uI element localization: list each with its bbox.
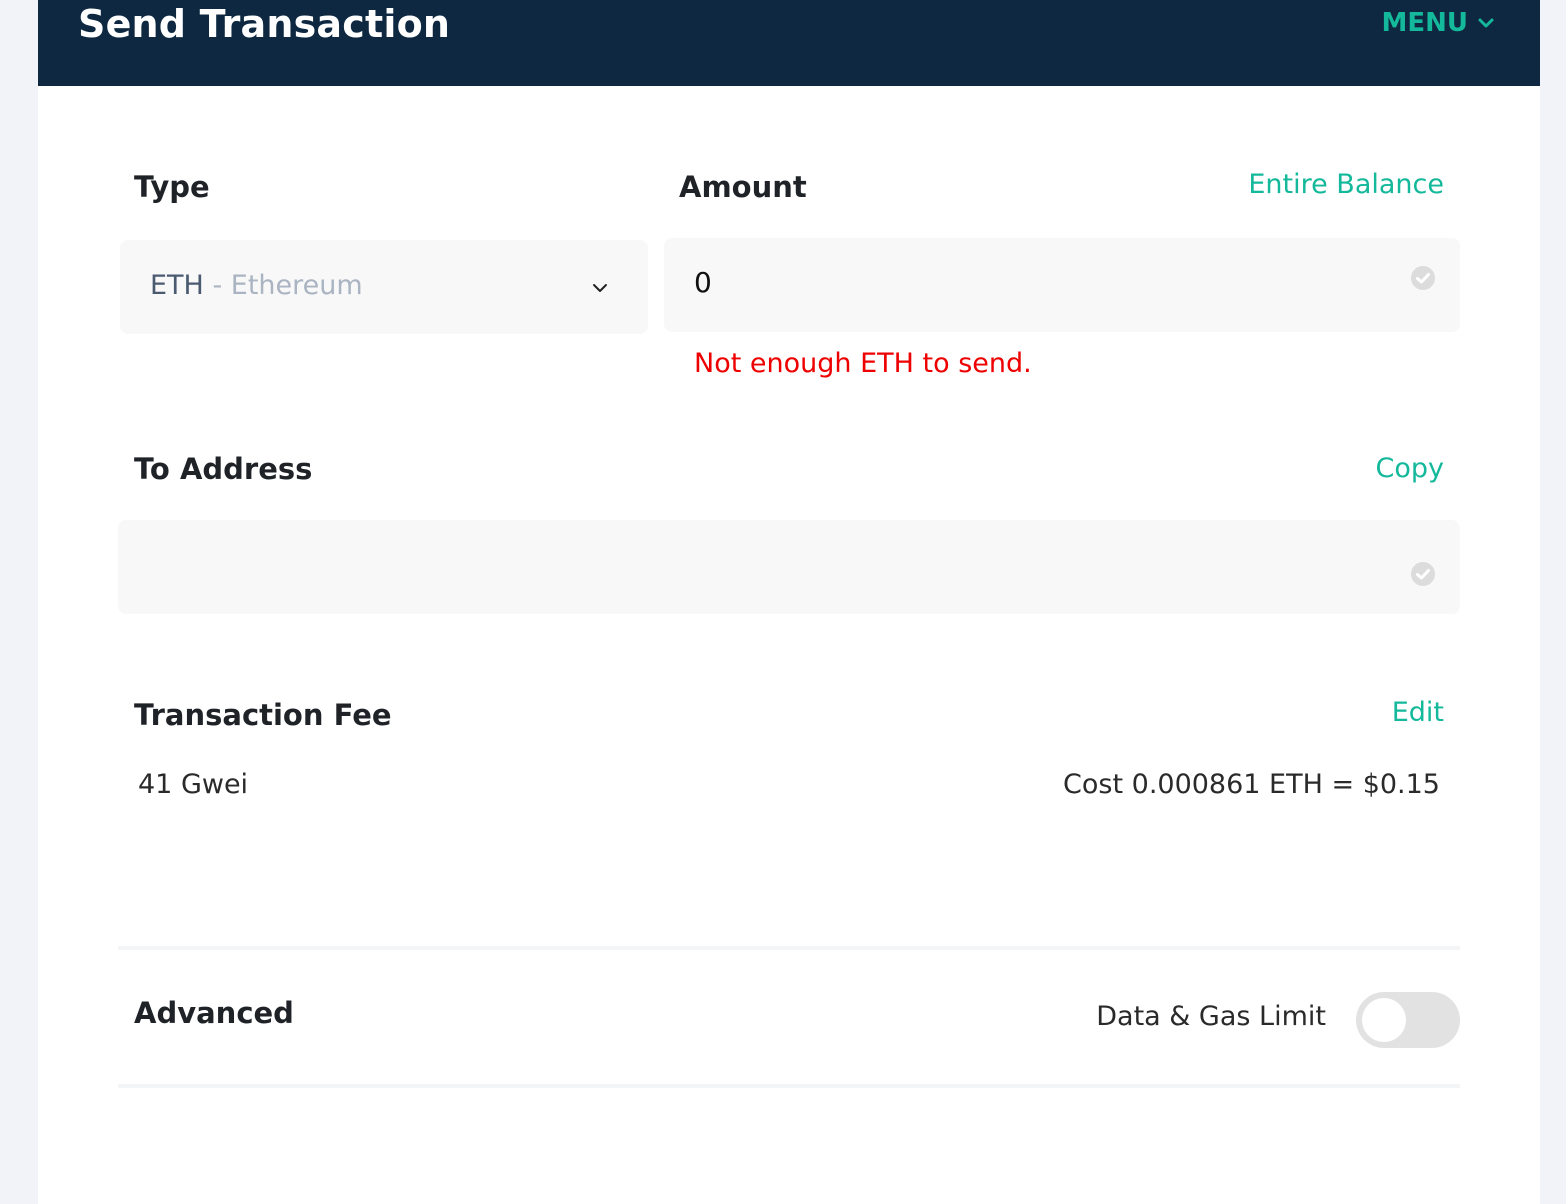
check-circle-icon (1411, 266, 1435, 290)
menu-label: MENU (1381, 8, 1468, 38)
amount-value: 0 (694, 266, 712, 299)
currency-select[interactable]: ETH - Ethereum (120, 240, 648, 334)
advanced-label: Advanced (134, 996, 294, 1030)
amount-label: Amount (679, 170, 807, 204)
currency-name: - Ethereum (203, 270, 363, 301)
chevron-down-icon (1478, 18, 1494, 28)
entire-balance-link[interactable]: Entire Balance (1248, 169, 1444, 200)
page-title: Send Transaction (78, 2, 451, 46)
check-circle-icon (1411, 562, 1435, 586)
amount-error-message: Not enough ETH to send. (694, 348, 1032, 379)
divider (118, 1084, 1460, 1088)
to-address-label: To Address (134, 452, 313, 486)
edit-fee-link[interactable]: Edit (1392, 697, 1444, 728)
currency-select-value: ETH - Ethereum (150, 270, 363, 301)
chevron-down-icon (593, 284, 607, 292)
menu-button[interactable]: MENU (1381, 8, 1496, 38)
to-address-input[interactable] (118, 520, 1460, 614)
send-transaction-panel: Send Transaction MENU Type ETH - Ethereu… (38, 0, 1540, 1204)
transaction-fee-label: Transaction Fee (134, 698, 392, 732)
divider (118, 946, 1460, 950)
gas-price-value: 41 Gwei (138, 769, 249, 800)
data-gas-limit-toggle[interactable] (1356, 992, 1460, 1048)
data-gas-limit-label: Data & Gas Limit (1096, 1001, 1326, 1032)
toggle-knob (1362, 998, 1406, 1042)
copy-address-link[interactable]: Copy (1376, 453, 1445, 484)
amount-input[interactable]: 0 (664, 238, 1460, 332)
currency-code: ETH (150, 270, 204, 301)
header-bar: Send Transaction MENU (38, 0, 1540, 86)
fee-cost-value: Cost 0.000861 ETH = $0.15 (1063, 769, 1440, 800)
type-label: Type (134, 170, 210, 204)
